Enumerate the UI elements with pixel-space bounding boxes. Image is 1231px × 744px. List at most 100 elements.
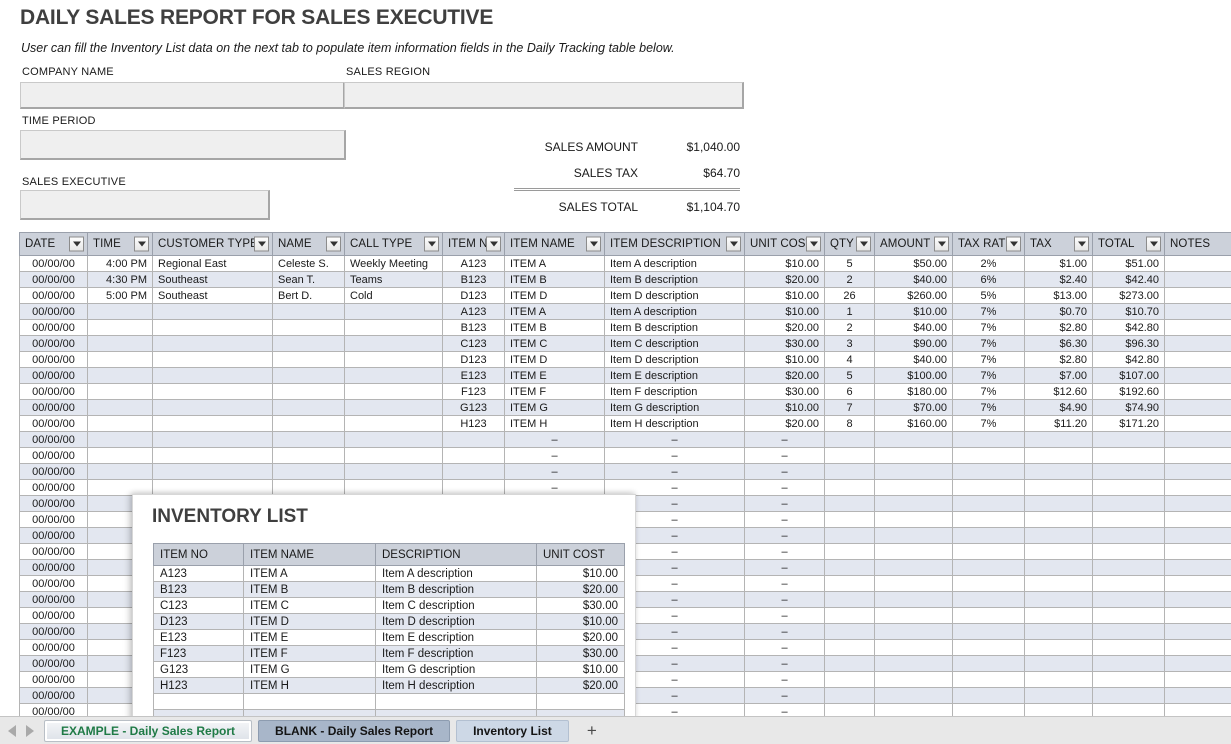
inventory-row[interactable]: G123ITEM GItem G description$10.00 <box>154 662 625 678</box>
table-cell[interactable] <box>1025 464 1093 480</box>
table-cell[interactable]: Sean T. <box>273 272 345 288</box>
table-cell[interactable]: $10.00 <box>745 288 825 304</box>
table-cell[interactable] <box>825 544 875 560</box>
inventory-cell[interactable]: C123 <box>154 598 244 614</box>
table-cell[interactable] <box>875 528 953 544</box>
table-cell[interactable]: $6.30 <box>1025 336 1093 352</box>
table-cell[interactable] <box>875 464 953 480</box>
table-cell[interactable]: $10.00 <box>745 400 825 416</box>
table-cell[interactable]: $51.00 <box>1093 256 1165 272</box>
inventory-cell[interactable]: Item E description <box>376 630 537 646</box>
table-cell[interactable]: $10.00 <box>745 352 825 368</box>
table-cell[interactable]: ITEM H <box>505 416 605 432</box>
table-cell[interactable] <box>1165 496 1231 512</box>
table-cell[interactable] <box>825 592 875 608</box>
table-cell[interactable]: 00/00/00 <box>20 288 88 304</box>
table-cell[interactable]: Item B description <box>605 320 745 336</box>
table-cell[interactable] <box>345 416 443 432</box>
table-cell[interactable] <box>875 640 953 656</box>
table-cell[interactable]: Southeast <box>153 288 273 304</box>
table-cell[interactable] <box>88 432 153 448</box>
table-cell[interactable]: $74.90 <box>1093 400 1165 416</box>
table-cell[interactable]: 1 <box>825 304 875 320</box>
table-cell[interactable] <box>1165 656 1231 672</box>
table-cell[interactable] <box>953 688 1025 704</box>
table-cell[interactable]: – <box>605 464 745 480</box>
table-cell[interactable]: – <box>505 432 605 448</box>
table-cell[interactable] <box>875 432 953 448</box>
table-cell[interactable]: $20.00 <box>745 272 825 288</box>
filter-dropdown-icon[interactable] <box>1146 237 1161 252</box>
table-cell[interactable] <box>273 336 345 352</box>
table-cell[interactable] <box>825 688 875 704</box>
table-cell[interactable]: $192.60 <box>1093 384 1165 400</box>
filter-dropdown-icon[interactable] <box>69 237 84 252</box>
table-cell[interactable]: $4.90 <box>1025 400 1093 416</box>
table-cell[interactable] <box>88 320 153 336</box>
inventory-cell[interactable]: D123 <box>154 614 244 630</box>
table-cell[interactable] <box>1165 560 1231 576</box>
table-cell[interactable]: Cold <box>345 288 443 304</box>
table-cell[interactable]: G123 <box>443 400 505 416</box>
table-cell[interactable]: Item E description <box>605 368 745 384</box>
table-cell[interactable] <box>153 448 273 464</box>
inventory-cell[interactable]: $10.00 <box>537 614 625 630</box>
company-name-input[interactable] <box>20 82 345 109</box>
table-cell[interactable]: $10.00 <box>745 256 825 272</box>
table-cell[interactable]: – <box>745 672 825 688</box>
table-cell[interactable] <box>153 416 273 432</box>
filter-dropdown-icon[interactable] <box>806 237 821 252</box>
inventory-cell[interactable]: H123 <box>154 678 244 694</box>
table-cell[interactable]: – <box>745 544 825 560</box>
sheet-tab-0[interactable]: EXAMPLE - Daily Sales Report <box>44 720 252 742</box>
table-cell[interactable] <box>953 560 1025 576</box>
filter-dropdown-icon[interactable] <box>424 237 439 252</box>
table-cell[interactable]: – <box>745 512 825 528</box>
inventory-cell[interactable]: G123 <box>154 662 244 678</box>
table-row[interactable]: 00/00/00D123ITEM DItem D description$10.… <box>20 352 1231 368</box>
table-cell[interactable]: $160.00 <box>875 416 953 432</box>
table-cell[interactable]: 00/00/00 <box>20 512 88 528</box>
table-row[interactable]: 00/00/004:30 PMSoutheastSean T.TeamsB123… <box>20 272 1231 288</box>
table-cell[interactable] <box>875 544 953 560</box>
inventory-cell[interactable] <box>154 694 244 710</box>
table-cell[interactable] <box>953 464 1025 480</box>
table-cell[interactable]: Southeast <box>153 272 273 288</box>
table-cell[interactable]: 5:00 PM <box>88 288 153 304</box>
table-cell[interactable]: Item A description <box>605 304 745 320</box>
table-cell[interactable] <box>1093 432 1165 448</box>
table-cell[interactable] <box>825 432 875 448</box>
table-cell[interactable]: $50.00 <box>875 256 953 272</box>
table-cell[interactable] <box>825 528 875 544</box>
filter-dropdown-icon[interactable] <box>254 237 269 252</box>
table-cell[interactable] <box>1165 480 1231 496</box>
table-cell[interactable] <box>953 672 1025 688</box>
table-cell[interactable] <box>953 576 1025 592</box>
table-cell[interactable]: 00/00/00 <box>20 256 88 272</box>
table-cell[interactable]: $2.40 <box>1025 272 1093 288</box>
inventory-row[interactable]: E123ITEM EItem E description$20.00 <box>154 630 625 646</box>
table-cell[interactable]: 5 <box>825 256 875 272</box>
table-cell[interactable]: 7 <box>825 400 875 416</box>
inventory-cell[interactable]: $20.00 <box>537 630 625 646</box>
table-cell[interactable]: $10.70 <box>1093 304 1165 320</box>
table-cell[interactable]: 00/00/00 <box>20 592 88 608</box>
sales-executive-input[interactable] <box>20 190 270 220</box>
table-cell[interactable] <box>1025 624 1093 640</box>
table-cell[interactable]: $273.00 <box>1093 288 1165 304</box>
table-cell[interactable] <box>953 624 1025 640</box>
table-cell[interactable]: ITEM D <box>505 352 605 368</box>
table-cell[interactable] <box>88 464 153 480</box>
table-cell[interactable]: $30.00 <box>745 336 825 352</box>
inventory-cell[interactable]: $20.00 <box>537 582 625 598</box>
table-cell[interactable]: 00/00/00 <box>20 640 88 656</box>
table-cell[interactable] <box>345 304 443 320</box>
table-cell[interactable]: ITEM A <box>505 256 605 272</box>
table-cell[interactable]: $40.00 <box>875 352 953 368</box>
inventory-row[interactable]: C123ITEM CItem C description$30.00 <box>154 598 625 614</box>
table-cell[interactable] <box>345 384 443 400</box>
table-cell[interactable]: 00/00/00 <box>20 352 88 368</box>
table-cell[interactable]: E123 <box>443 368 505 384</box>
table-cell[interactable] <box>153 368 273 384</box>
inventory-cell[interactable]: Item F description <box>376 646 537 662</box>
